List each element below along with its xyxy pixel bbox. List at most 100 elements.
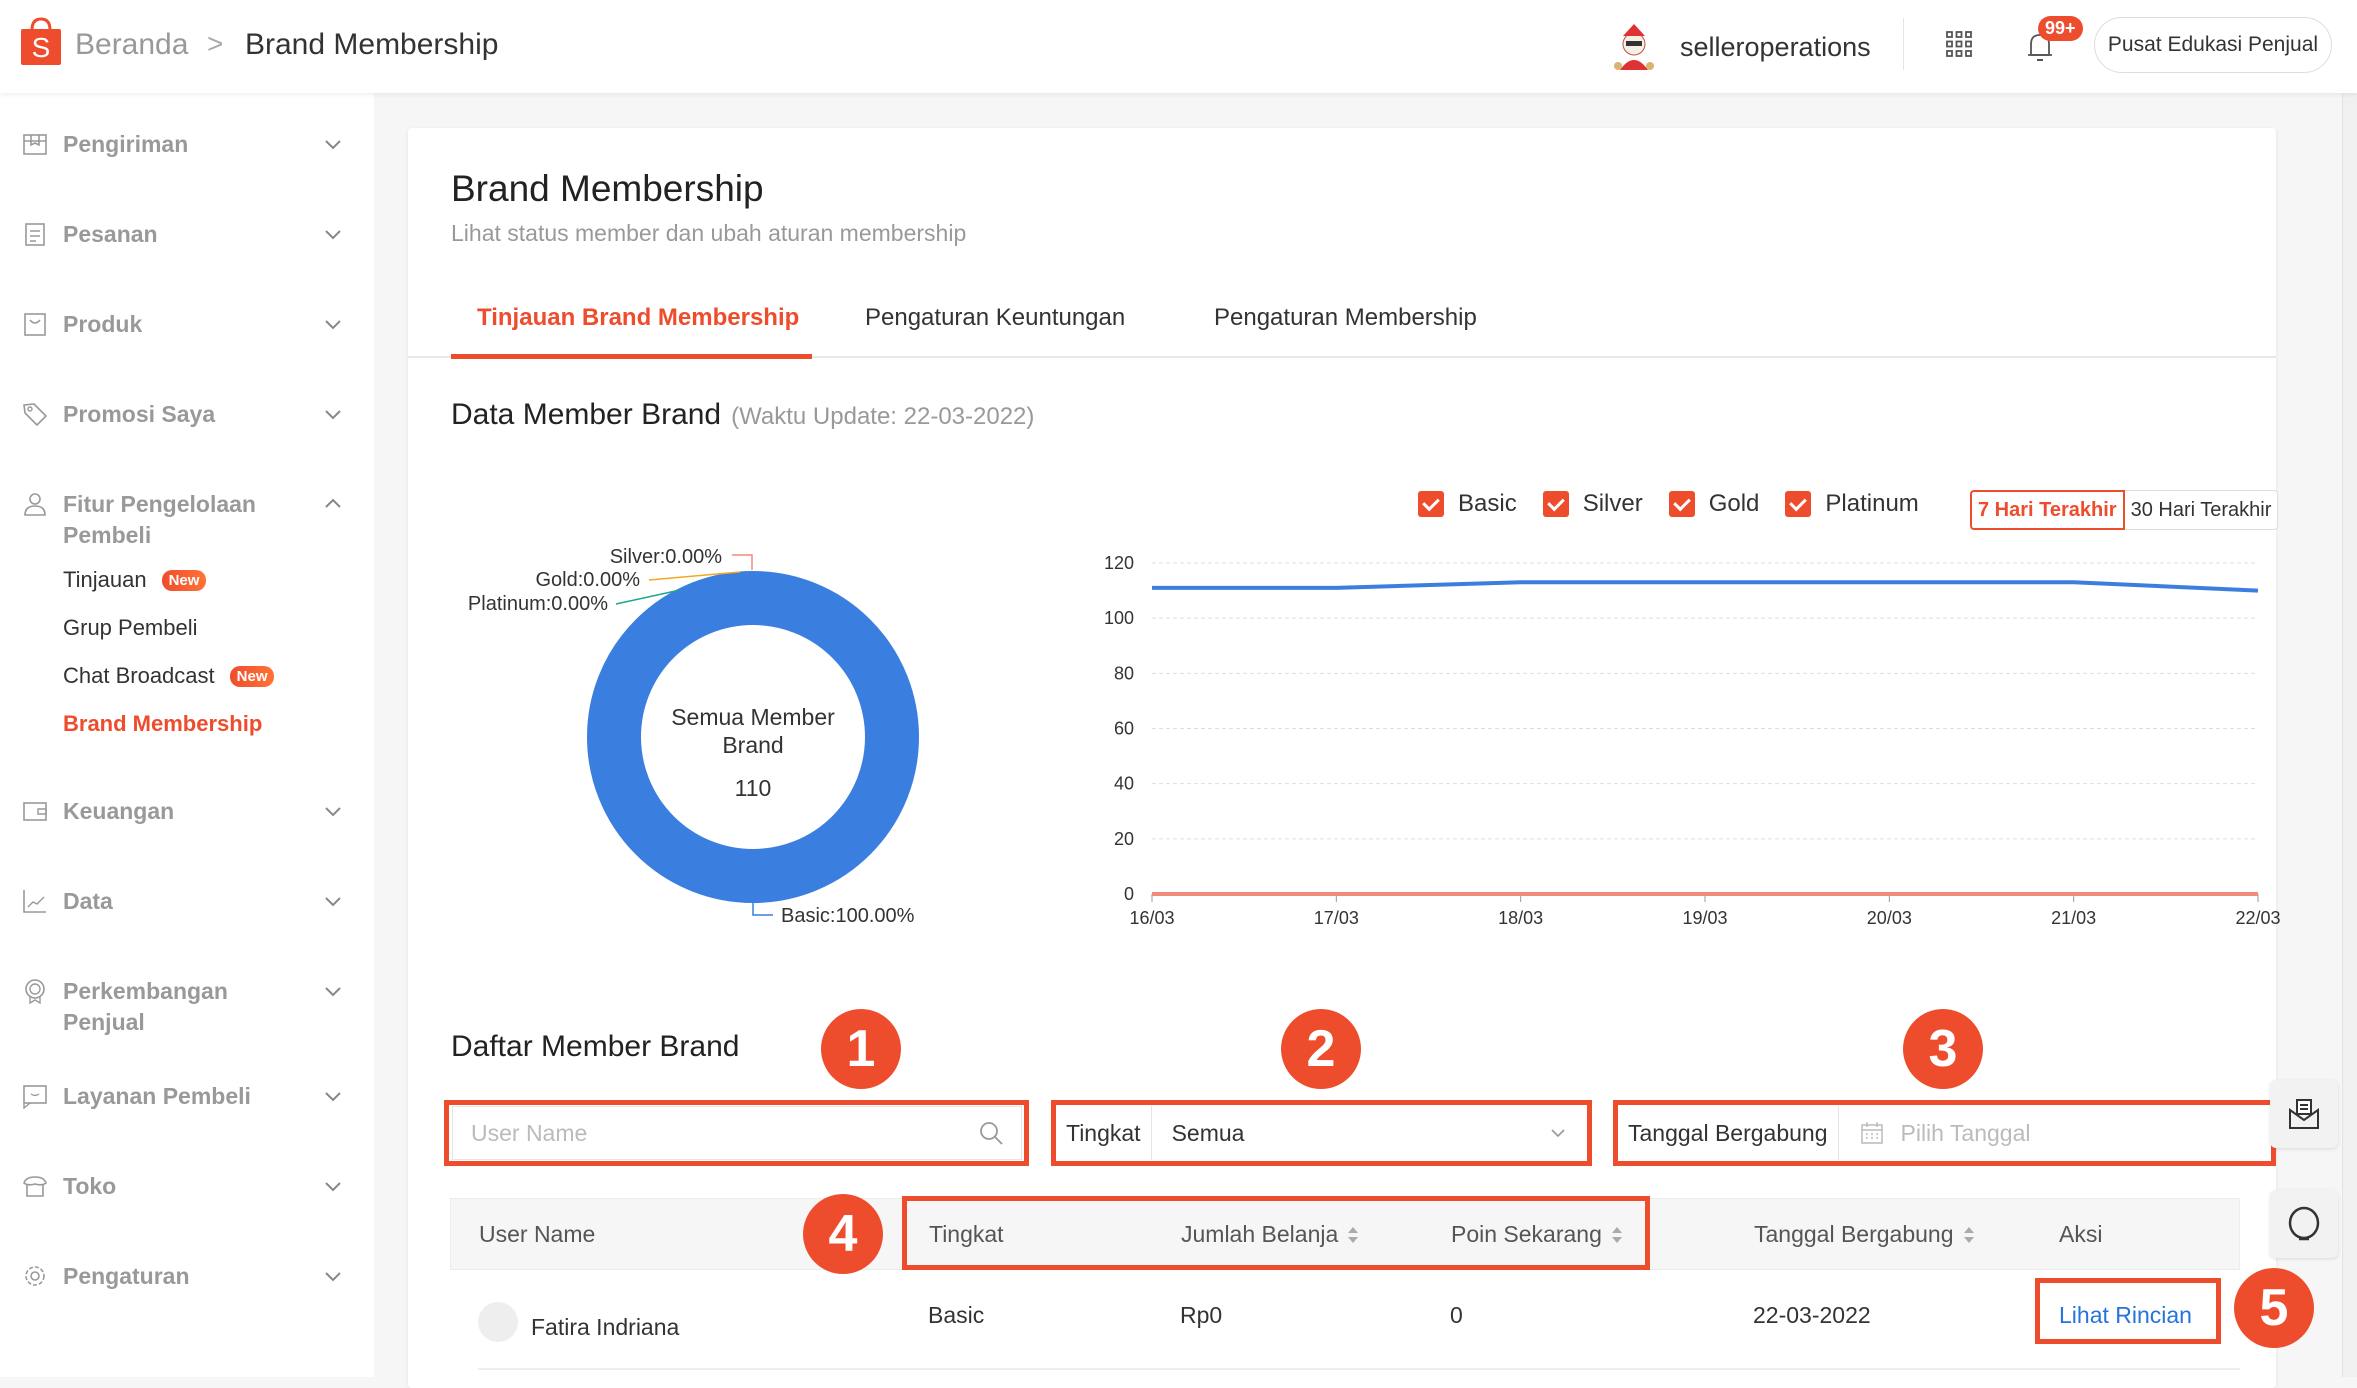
column-label: Aksi xyxy=(2059,1221,2102,1248)
cell-user-name: Fatira Indriana xyxy=(531,1314,679,1341)
sidebar-item-perkembangan-penjual[interactable]: Perkembangan Penjual xyxy=(0,976,374,1046)
notification-badge: 99+ xyxy=(2038,16,2083,41)
cell-points: 0 xyxy=(1450,1302,1463,1329)
apps-grid-icon[interactable] xyxy=(1945,30,1973,58)
tab-pengaturan-keuntungan[interactable]: Pengaturan Keuntungan xyxy=(865,304,1125,332)
sidebar-item-toko[interactable]: Toko xyxy=(0,1171,374,1221)
sidebar-item-promosi-saya[interactable]: Promosi Saya xyxy=(0,399,374,449)
page-title: Brand Membership xyxy=(451,168,764,210)
sidebar-item-label: Produk xyxy=(63,309,293,340)
sidebar-subitem-brand-membership[interactable]: Brand Membership xyxy=(63,711,262,737)
chevron-down-icon xyxy=(322,980,344,1002)
membership-line-chart: 02040608010012016/0317/0318/0319/0320/03… xyxy=(1090,540,2290,940)
customer-support-button[interactable] xyxy=(2270,1190,2338,1258)
chevron-down-icon xyxy=(322,1265,344,1287)
sidebar-item-label: Data xyxy=(63,886,293,917)
leader-line-silver xyxy=(732,555,752,570)
y-tick-label: 40 xyxy=(1114,774,1134,794)
member-avatar xyxy=(478,1302,518,1342)
donut-label-platinum: Platinum:0.00% xyxy=(468,593,608,615)
annotation-marker-3: 3 xyxy=(1903,1009,1983,1089)
shopee-logo-icon[interactable]: S xyxy=(20,16,62,66)
page-scrollbar[interactable] xyxy=(2342,93,2357,1377)
sidebar-item-label: Pesanan xyxy=(63,219,293,250)
donut-label-basic: Basic:100.00% xyxy=(781,905,915,927)
annotation-box-2 xyxy=(1051,1100,1592,1166)
sidebar-subitem-chat-broadcast[interactable]: Chat Broadcast New xyxy=(63,663,274,689)
donut-label-gold: Gold:0.00% xyxy=(535,569,640,591)
chevron-down-icon xyxy=(322,800,344,822)
sidebar-item-pengaturan[interactable]: Pengaturan xyxy=(0,1261,374,1311)
subitem-label: Tinjauan xyxy=(63,567,147,593)
sidebar-item-pesanan[interactable]: Pesanan xyxy=(0,219,374,269)
x-tick-label: 21/03 xyxy=(2051,908,2096,928)
y-tick-label: 60 xyxy=(1114,719,1134,739)
cell-tier: Basic xyxy=(928,1302,984,1329)
sidebar-item-layanan-pembeli[interactable]: Layanan Pembeli xyxy=(0,1081,374,1131)
new-badge: New xyxy=(230,666,275,687)
y-tick-label: 20 xyxy=(1114,829,1134,849)
sidebar-item-pengiriman[interactable]: Pengiriman xyxy=(0,129,374,179)
sidebar-item-keuangan[interactable]: Keuangan xyxy=(0,796,374,846)
username[interactable]: selleroperations xyxy=(1680,32,1871,63)
sidebar: Pengiriman Pesanan Produk Promosi Saya F… xyxy=(0,93,374,1377)
sidebar-item-produk[interactable]: Produk xyxy=(0,309,374,359)
donut-label-silver: Silver:0.00% xyxy=(610,546,722,568)
legend-gold-checkbox[interactable]: Gold xyxy=(1669,490,1760,518)
sidebar-subitem-grup-pembeli[interactable]: Grup Pembeli xyxy=(63,615,198,641)
y-tick-label: 80 xyxy=(1114,663,1134,683)
update-time-note: (Waktu Update: 22-03-2022) xyxy=(731,403,1034,430)
top-header: S Beranda > Brand Membership selleropera… xyxy=(0,0,2357,93)
legend-platinum-checkbox[interactable]: Platinum xyxy=(1785,490,1918,518)
range-30-days-button[interactable]: 30 Hari Terakhir xyxy=(2125,490,2279,530)
checkbox-checked-icon xyxy=(1418,491,1444,517)
donut-center-value: 110 xyxy=(735,775,772,801)
subitem-label: Brand Membership xyxy=(63,711,262,737)
legend-basic-checkbox[interactable]: Basic xyxy=(1418,490,1517,518)
annotation-box-3 xyxy=(1613,1100,2276,1166)
tab-tinjauan-brand-membership[interactable]: Tinjauan Brand Membership xyxy=(477,304,799,332)
annotation-marker-5: 5 xyxy=(2234,1268,2314,1348)
donut-center-label-line2: Brand xyxy=(722,732,783,758)
box-icon xyxy=(22,131,48,157)
column-header-tanggal-bergabung[interactable]: Tanggal Bergabung xyxy=(1754,1221,1974,1248)
sidebar-item-fitur-pengelolaan-pembeli[interactable]: Fitur Pengelolaan Pembeli xyxy=(0,489,374,559)
chevron-down-icon xyxy=(322,1175,344,1197)
bag-icon xyxy=(22,311,48,337)
breadcrumb-current: Brand Membership xyxy=(245,28,498,62)
chat-icon xyxy=(22,1083,48,1109)
message-center-button[interactable] xyxy=(2270,1080,2338,1148)
x-tick-label: 20/03 xyxy=(1867,908,1912,928)
series-line-basic[interactable] xyxy=(1152,582,2258,590)
y-tick-label: 0 xyxy=(1124,884,1134,904)
column-header-aksi: Aksi xyxy=(2059,1221,2102,1248)
legend-silver-checkbox[interactable]: Silver xyxy=(1543,490,1643,518)
sidebar-item-label: Promosi Saya xyxy=(63,399,293,430)
header-divider xyxy=(1903,18,1904,70)
sidebar-item-label: Layanan Pembeli xyxy=(63,1081,293,1112)
clipboard-icon xyxy=(22,221,48,247)
sidebar-subitem-tinjauan[interactable]: Tinjauan New xyxy=(63,567,206,593)
user-avatar[interactable] xyxy=(1608,22,1660,74)
checkbox-checked-icon xyxy=(1543,491,1569,517)
breadcrumb-home[interactable]: Beranda xyxy=(75,28,188,62)
data-section-heading: Data Member Brand xyxy=(451,398,721,431)
users-icon xyxy=(22,491,48,517)
y-tick-label: 100 xyxy=(1104,608,1134,628)
chevron-down-icon xyxy=(322,223,344,245)
tab-pengaturan-membership[interactable]: Pengaturan Membership xyxy=(1214,304,1477,332)
sort-icon[interactable] xyxy=(1964,1226,1974,1244)
seller-education-button[interactable]: Pusat Edukasi Penjual xyxy=(2094,17,2332,73)
legend-label: Silver xyxy=(1583,490,1643,518)
range-7-days-button[interactable]: 7 Hari Terakhir xyxy=(1970,490,2125,530)
sidebar-item-label: Toko xyxy=(63,1171,293,1202)
x-tick-label: 18/03 xyxy=(1498,908,1543,928)
legend-label: Gold xyxy=(1709,490,1760,518)
mail-icon xyxy=(2286,1096,2322,1132)
new-badge: New xyxy=(162,570,207,591)
annotation-box-5 xyxy=(2035,1278,2221,1344)
y-tick-label: 120 xyxy=(1104,553,1134,573)
wallet-icon xyxy=(22,798,48,824)
chart-legend: Basic Silver Gold Platinum xyxy=(1418,490,1945,518)
sidebar-item-data[interactable]: Data xyxy=(0,886,374,936)
